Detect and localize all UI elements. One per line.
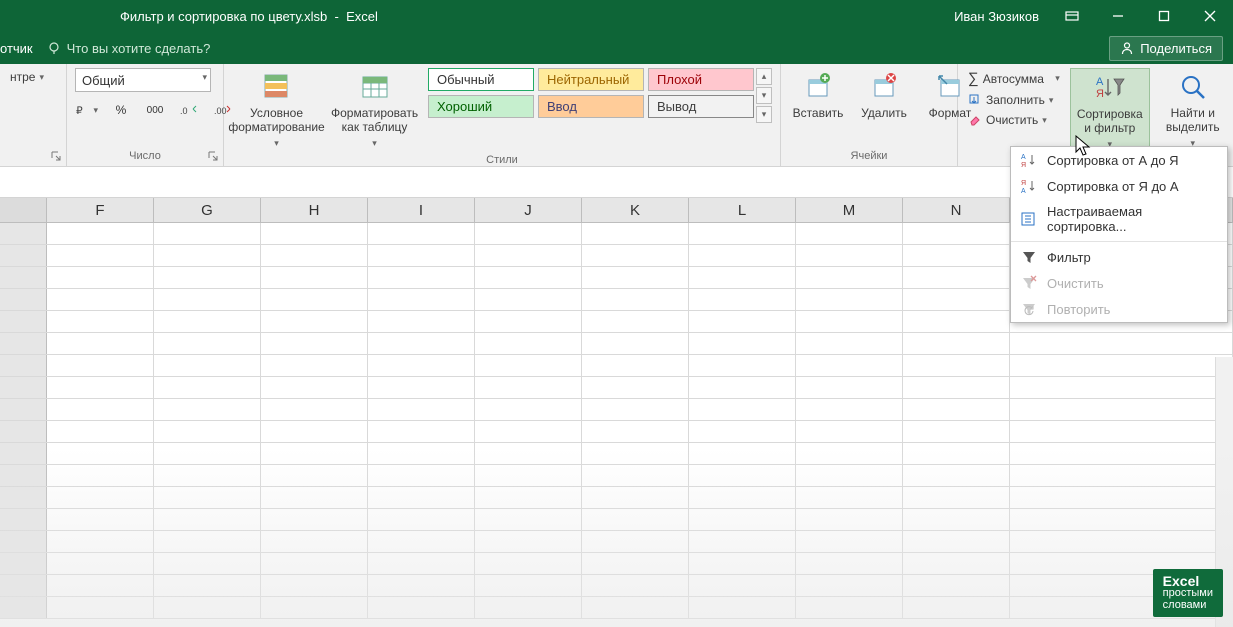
number-format-combo[interactable]: Общий ▾	[75, 68, 211, 92]
ribbon-tabs-bar: отчик Что вы хотите сделать? Поделиться	[0, 32, 1233, 64]
dialog-launcher-icon[interactable]	[50, 150, 62, 162]
col-header[interactable]: N	[903, 198, 1010, 222]
insert-cells-button[interactable]: Вставить	[789, 68, 847, 122]
group-styles: Условное форматирование▾ Форматировать к…	[224, 64, 781, 166]
col-header[interactable]: H	[261, 198, 368, 222]
titlebar: Фильтр и сортировка по цвету.xlsb - Exce…	[0, 0, 1233, 32]
filename: Фильтр и сортировка по цвету.xlsb	[120, 9, 327, 24]
window-title: Фильтр и сортировка по цвету.xlsb - Exce…	[120, 9, 378, 24]
tell-me-placeholder: Что вы хотите сделать?	[67, 41, 211, 56]
delete-cells-button[interactable]: Удалить	[855, 68, 913, 122]
svg-text:Я: Я	[1021, 162, 1026, 168]
person-icon	[1120, 41, 1134, 55]
style-input[interactable]: Ввод	[538, 95, 644, 118]
magnifier-icon	[1176, 70, 1210, 104]
dropdown-caret-icon: ▾	[39, 72, 44, 83]
group-cells-label: Ячейки	[789, 148, 949, 166]
tell-me-search[interactable]: Что вы хотите сделать?	[47, 41, 211, 56]
style-good[interactable]: Хороший	[428, 95, 534, 118]
style-neutral[interactable]: Нейтральный	[538, 68, 644, 91]
increase-decimal-button[interactable]: .0	[177, 98, 201, 122]
ribbon-display-options-button[interactable]	[1049, 0, 1095, 32]
svg-text:.0: .0	[180, 106, 188, 116]
sort-za-icon: ЯA	[1021, 178, 1037, 194]
app-name: Excel	[346, 9, 378, 24]
svg-text:Я: Я	[1021, 180, 1026, 187]
find-select-button[interactable]: Найти и выделить▾	[1158, 68, 1228, 152]
watermark-brand: Excel	[1163, 575, 1213, 587]
table-icon	[358, 70, 392, 104]
minimize-button[interactable]	[1095, 0, 1141, 32]
sort-az-item[interactable]: AЯ Сортировка от А до Я	[1011, 147, 1227, 173]
col-header[interactable]: K	[582, 198, 689, 222]
eraser-icon	[968, 113, 982, 127]
group-number: Общий ▾ ₽▾ % 000 .0 .00 Число	[67, 64, 224, 166]
style-output[interactable]: Вывод	[648, 95, 754, 118]
conditional-formatting-button[interactable]: Условное форматирование▾	[232, 68, 321, 152]
col-header[interactable]: J	[475, 198, 582, 222]
sort-filter-icon: AЯ	[1093, 71, 1127, 105]
lightbulb-icon	[47, 41, 61, 55]
share-button[interactable]: Поделиться	[1109, 36, 1223, 61]
gallery-scroll-up[interactable]: ▴	[756, 68, 772, 85]
fill-button[interactable]: Заполнить▾	[966, 91, 1062, 109]
col-header[interactable]: L	[689, 198, 796, 222]
funnel-icon	[1021, 249, 1037, 265]
gallery-scroll-down[interactable]: ▾	[756, 87, 772, 104]
insert-icon	[801, 70, 835, 104]
gallery-more[interactable]: ▾	[756, 106, 772, 123]
center-align-button[interactable]: нтре▾	[8, 68, 46, 86]
tab-stub[interactable]: отчик	[0, 41, 33, 56]
close-button[interactable]	[1187, 0, 1233, 32]
reapply-icon	[1021, 301, 1037, 317]
autosum-button[interactable]: ∑ Автосумма ▾	[966, 68, 1062, 89]
clear-button[interactable]: Очистить▾	[966, 111, 1062, 129]
col-header[interactable]: I	[368, 198, 475, 222]
sort-and-filter-button[interactable]: AЯ Сортировка и фильтр▾	[1070, 68, 1150, 154]
svg-text:₽: ₽	[76, 105, 83, 117]
col-header[interactable]: G	[154, 198, 261, 222]
maximize-button[interactable]	[1141, 0, 1187, 32]
svg-text:Я: Я	[1096, 88, 1104, 100]
custom-sort-icon	[1021, 211, 1037, 227]
fill-down-icon	[968, 93, 982, 107]
sort-az-icon: AЯ	[1021, 152, 1037, 168]
number-format-value: Общий	[82, 73, 125, 88]
col-header[interactable]: M	[796, 198, 903, 222]
dialog-launcher-icon[interactable]	[207, 150, 219, 162]
format-as-table-button[interactable]: Форматировать как таблицу▾	[329, 68, 420, 152]
cell-styles-gallery[interactable]: Обычный Нейтральный Плохой Хороший Ввод …	[428, 68, 754, 123]
filter-item[interactable]: Фильтр	[1011, 244, 1227, 270]
col-header[interactable]: F	[47, 198, 154, 222]
clear-filter-item: Очистить	[1011, 270, 1227, 296]
sort-filter-dropdown: AЯ Сортировка от А до Я ЯA Сортировка от…	[1010, 146, 1228, 323]
select-all-corner[interactable]	[0, 198, 47, 222]
chevron-down-icon: ▾	[202, 72, 207, 83]
accounting-format-button[interactable]: ₽▾	[75, 98, 99, 122]
user-name: Иван Зюзиков	[954, 9, 1039, 24]
delete-icon	[867, 70, 901, 104]
svg-text:A: A	[1021, 188, 1026, 194]
svg-text:A: A	[1096, 76, 1104, 88]
group-alignment: нтре▾	[0, 64, 67, 166]
svg-text:A: A	[1021, 154, 1026, 161]
group-cells: Вставить Удалить Формат Ячейки	[781, 64, 958, 166]
sort-za-item[interactable]: ЯA Сортировка от Я до А	[1011, 173, 1227, 199]
sigma-icon: ∑	[968, 70, 979, 87]
group-styles-label: Стили	[232, 152, 772, 167]
group-number-label: Число	[75, 148, 215, 166]
share-label: Поделиться	[1140, 41, 1212, 56]
comma-button[interactable]: 000	[143, 98, 167, 122]
custom-sort-item[interactable]: Настраиваемая сортировка...	[1011, 199, 1227, 239]
percent-button[interactable]: %	[109, 98, 133, 122]
clear-funnel-icon	[1021, 275, 1037, 291]
style-bad[interactable]: Плохой	[648, 68, 754, 91]
video-watermark: Excel простыми словами	[1153, 569, 1223, 617]
conditional-formatting-icon	[260, 70, 294, 104]
style-normal[interactable]: Обычный	[428, 68, 534, 91]
reapply-filter-item: Повторить	[1011, 296, 1227, 322]
